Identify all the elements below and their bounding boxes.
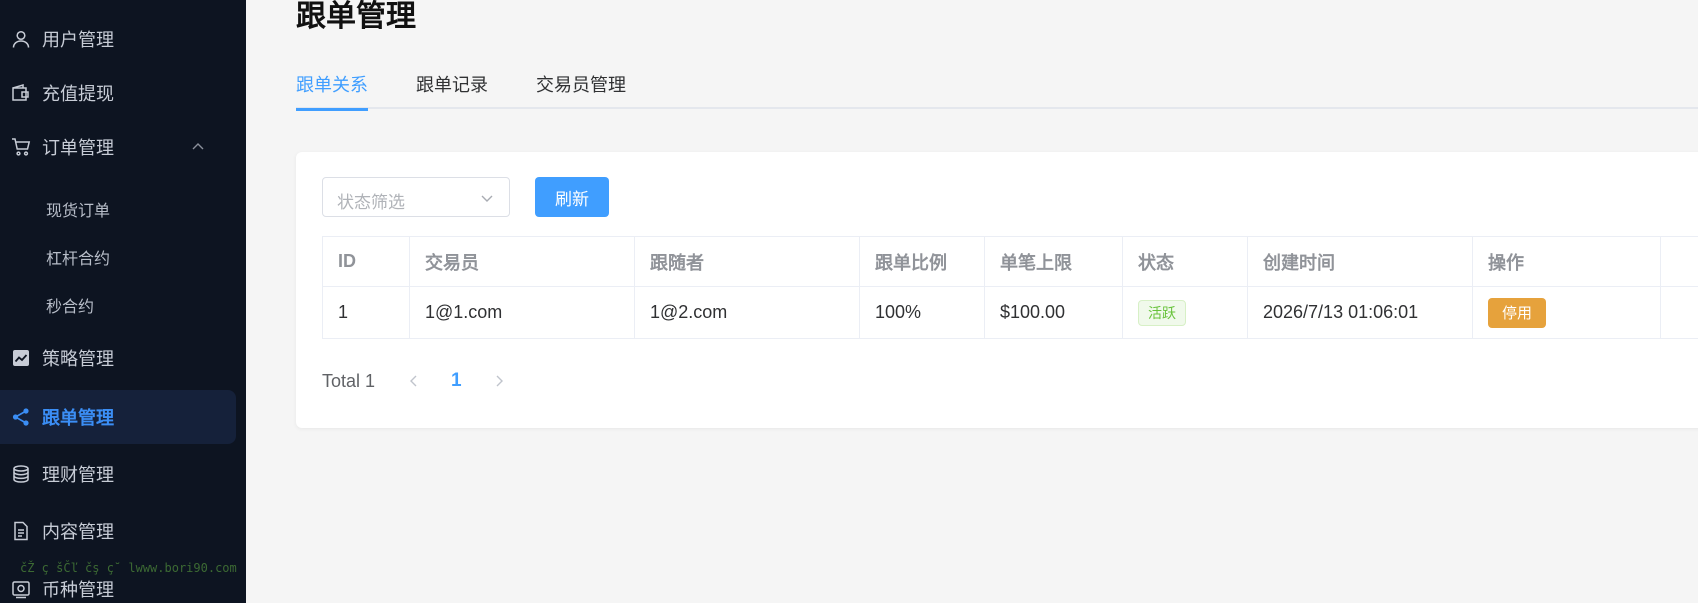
sidebar-item-strategy[interactable]: 策略管理 xyxy=(0,331,236,385)
tab-copy-records[interactable]: 跟单记录 xyxy=(416,66,488,109)
table-header-row: ID 交易员 跟随者 跟单比例 单笔上限 状态 创建时间 操作 xyxy=(323,237,1698,287)
cell-follower: 1@2.com xyxy=(635,287,860,339)
sidebar-item-label: 策略管理 xyxy=(42,349,114,369)
sidebar-item-users[interactable]: 用户管理 xyxy=(0,12,236,66)
cell-action: 停用 xyxy=(1473,287,1661,339)
sidebar-item-content[interactable]: 内容管理 xyxy=(0,504,236,558)
column-header-trader: 交易员 xyxy=(410,237,635,287)
status-badge: 活跃 xyxy=(1138,299,1186,326)
status-filter-placeholder: 状态筛选 xyxy=(337,193,405,212)
refresh-button[interactable]: 刷新 xyxy=(535,177,609,217)
sidebar-item-label: 用户管理 xyxy=(42,30,114,50)
column-header-filler xyxy=(1661,237,1698,287)
column-header-id: ID xyxy=(323,237,410,287)
column-header-status: 状态 xyxy=(1123,237,1248,287)
sidebar-item-label: 理财管理 xyxy=(42,465,114,485)
submenu-item-second-contract[interactable]: 秒合约 xyxy=(46,285,94,325)
sidebar: 用户管理 充值提现 订单管理 现货订单 杠杆合约 秒合约 策略管理 跟单管理 理… xyxy=(0,0,246,603)
status-filter-select[interactable]: 状态筛选 xyxy=(322,177,510,217)
cell-created: 2026/7/13 01:06:01 xyxy=(1248,287,1473,339)
document-icon xyxy=(11,521,31,541)
pagination-page-current[interactable]: 1 xyxy=(451,370,462,392)
cell-status: 活跃 xyxy=(1123,287,1248,339)
cell-filler xyxy=(1661,287,1698,339)
cell-id: 1 xyxy=(323,287,410,339)
disable-button[interactable]: 停用 xyxy=(1488,297,1547,328)
sidebar-item-label: 订单管理 xyxy=(42,138,114,158)
sidebar-item-label: 币种管理 xyxy=(42,580,114,600)
watermark-text: čŽ ç šČľ čş ç˘ lwww.bori90.com xyxy=(20,561,237,575)
column-header-action: 操作 xyxy=(1473,237,1661,287)
chevron-left-icon[interactable] xyxy=(403,370,425,392)
tab-copy-relations[interactable]: 跟单关系 xyxy=(296,66,368,111)
table-row: 1 1@1.com 1@2.com 100% $100.00 活跃 2026/7… xyxy=(323,287,1698,339)
tab-trader-management[interactable]: 交易员管理 xyxy=(536,66,626,109)
submenu-item-margin-contract[interactable]: 杠杆合约 xyxy=(46,237,110,277)
copy-relations-table: ID 交易员 跟随者 跟单比例 单笔上限 状态 创建时间 操作 1 1@1.co… xyxy=(322,236,1698,339)
content-card: 状态筛选 刷新 ID 交易员 跟随者 跟单比例 单笔上限 状态 创建时间 操作 … xyxy=(296,152,1698,428)
submenu-item-spot-orders[interactable]: 现货订单 xyxy=(46,189,110,229)
cell-ratio: 100% xyxy=(860,287,985,339)
pagination-total: Total 1 xyxy=(322,370,376,391)
page-title: 跟单管理 xyxy=(296,0,416,33)
user-icon xyxy=(11,29,31,49)
column-header-ratio: 跟单比例 xyxy=(860,237,985,287)
cart-icon xyxy=(11,137,31,157)
cell-trader: 1@1.com xyxy=(410,287,635,339)
chevron-down-icon xyxy=(481,195,493,202)
sidebar-item-label: 充值提现 xyxy=(42,84,114,104)
sidebar-item-label: 内容管理 xyxy=(42,522,114,542)
sidebar-item-copy-trading[interactable]: 跟单管理 xyxy=(0,390,236,444)
chevron-up-icon[interactable] xyxy=(190,139,206,155)
cell-limit: $100.00 xyxy=(985,287,1123,339)
chevron-right-icon[interactable] xyxy=(488,370,510,392)
coins-icon xyxy=(11,464,31,484)
sidebar-item-wealth[interactable]: 理财管理 xyxy=(0,447,236,501)
column-header-created: 创建时间 xyxy=(1248,237,1473,287)
tab-bar: 跟单关系 跟单记录 交易员管理 xyxy=(296,66,1698,111)
wallet-icon xyxy=(11,83,31,103)
coin-list-icon xyxy=(11,579,31,599)
column-header-follower: 跟随者 xyxy=(635,237,860,287)
pagination: Total 1 1 xyxy=(322,366,510,396)
trend-chart-icon xyxy=(11,348,31,368)
sidebar-item-orders[interactable]: 订单管理 xyxy=(0,120,236,174)
sidebar-item-label: 跟单管理 xyxy=(42,408,114,428)
column-header-limit: 单笔上限 xyxy=(985,237,1123,287)
share-icon xyxy=(11,407,31,427)
sidebar-item-deposit-withdraw[interactable]: 充值提现 xyxy=(0,66,236,120)
